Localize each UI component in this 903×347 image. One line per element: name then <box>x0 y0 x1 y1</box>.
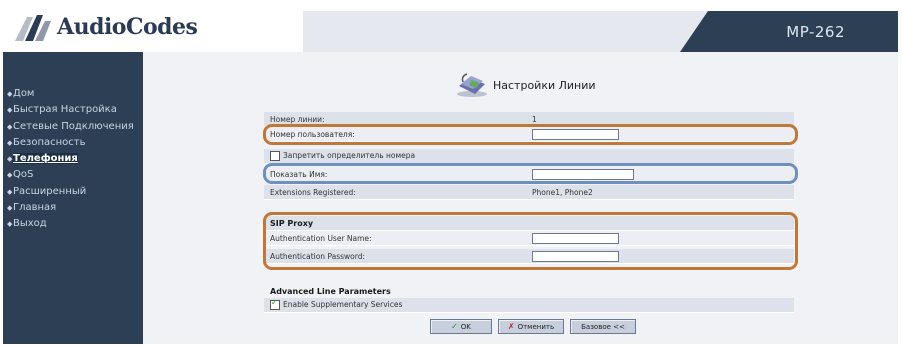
advanced-header-row: Advanced Line Parameters <box>264 284 794 299</box>
block-caller-id-row: Запретить определитель номера <box>264 149 794 164</box>
sidebar: ◆Дом ◆Быстрая Настройка ◆Сетевые Подключ… <box>3 52 143 344</box>
sidebar-item-network-connections[interactable]: ◆Сетевые Подключения <box>7 119 134 135</box>
highlight-display-name <box>263 163 798 184</box>
basic-button[interactable]: Базовое << <box>570 319 636 334</box>
extensions-label: Extensions Registered: <box>270 187 356 197</box>
x-icon: ✗ <box>507 322 515 331</box>
sidebar-item-security[interactable]: ◆Безопасность <box>7 135 134 151</box>
sidebar-item-home[interactable]: ◆Дом <box>7 86 134 102</box>
line-number-label: Номер линии: <box>270 114 325 124</box>
supplementary-label: Enable Supplementary Services <box>283 300 403 309</box>
line-number-value: 1 <box>532 114 537 124</box>
ok-button[interactable]: ✓ OK <box>430 319 492 334</box>
page-title-row: Настройки Линии <box>455 72 596 98</box>
device-model: MP-262 <box>786 23 845 41</box>
extensions-value: Phone1, Phone2 <box>532 187 593 197</box>
check-icon: ✓ <box>451 322 458 331</box>
cancel-button[interactable]: ✗ Отменить <box>498 319 564 334</box>
highlight-sip-proxy <box>263 212 798 270</box>
phone-icon <box>457 73 487 97</box>
audiocodes-logo-icon <box>15 15 51 41</box>
supplementary-checkbox[interactable] <box>270 298 280 310</box>
sidebar-item-main[interactable]: ◆Главная <box>7 200 134 216</box>
brand-name: AudioCodes <box>57 14 198 40</box>
block-caller-id-label: Запретить определитель номера <box>283 151 416 160</box>
sidebar-nav: ◆Дом ◆Быстрая Настройка ◆Сетевые Подключ… <box>7 86 134 233</box>
sidebar-item-telephony[interactable]: ◆Телефония <box>7 151 134 167</box>
extensions-row: Extensions Registered: Phone1, Phone2 <box>264 185 794 200</box>
block-caller-id-checkbox[interactable] <box>270 151 280 161</box>
main-content: Настройки Линии Номер линии: 1 Номер пол… <box>143 52 898 344</box>
brand-logo: AudioCodes <box>13 9 198 45</box>
sidebar-item-advanced[interactable]: ◆Расширенный <box>7 184 134 200</box>
highlight-user-number <box>263 124 798 145</box>
advanced-header: Advanced Line Parameters <box>270 286 391 296</box>
app-window: AudioCodes MP-262 ◆Дом ◆Быстрая Настройк… <box>3 3 898 344</box>
sidebar-item-logout[interactable]: ◆Выход <box>7 216 134 232</box>
supplementary-row: Enable Supplementary Services <box>264 298 794 313</box>
sidebar-item-qos[interactable]: ◆QoS <box>7 167 134 183</box>
header: AudioCodes MP-262 <box>3 3 898 52</box>
sidebar-item-quick-setup[interactable]: ◆Быстрая Настройка <box>7 102 134 118</box>
page-title: Настройки Линии <box>493 78 596 92</box>
action-buttons: ✓ OK ✗ Отменить Базовое << <box>430 319 636 334</box>
